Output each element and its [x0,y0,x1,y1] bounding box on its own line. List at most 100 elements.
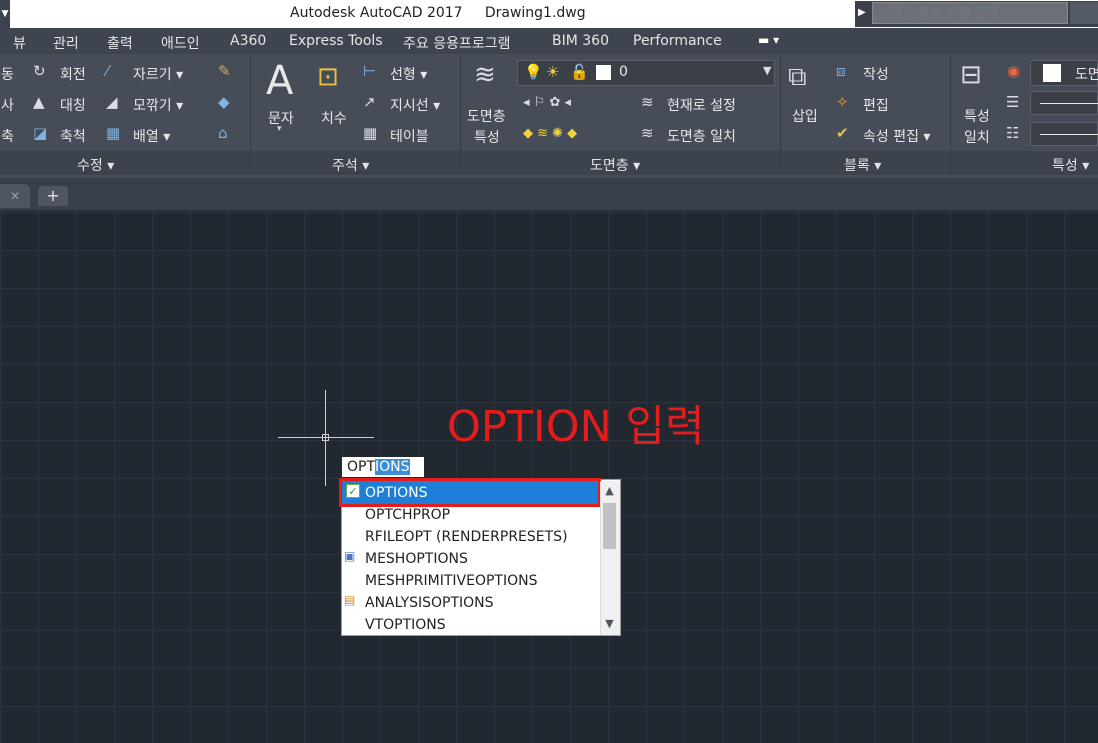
match-properties-label-1[interactable]: 특성 [964,106,990,126]
set-current-icon: ≋ [641,93,654,111]
mirror-icon: ▲ [33,93,45,111]
match-layer-icon: ≋ [641,124,654,142]
autocomplete-item[interactable]: VTOPTIONS [365,617,446,633]
panel-title-bar [0,151,250,175]
layer-dropdown-chevron-icon[interactable]: ▼ [763,64,771,77]
autocomplete-item[interactable]: MESHOPTIONS [365,551,468,567]
autocomplete-item-options[interactable]: OPTIONS [365,485,428,501]
analysis-icon: ▤ [344,593,356,607]
edit-block-button[interactable]: 편집 [863,95,889,115]
new-tab-icon[interactable]: + [38,186,68,206]
fillet-button[interactable]: 모깎기 ▾ [133,95,183,115]
layers-panel-title[interactable]: 도면층 ▾ [590,155,640,175]
array-button[interactable]: 배열 ▾ [133,126,170,146]
layer-tool-icon[interactable]: ◆ ≋ ✺ ◆ [523,126,577,141]
scale-icon: ◪ [33,124,48,142]
autocomplete-item[interactable]: RFILEOPT (RENDERPRESETS) [365,529,568,545]
layer-properties-icon: ≋ [474,60,496,90]
trim-button[interactable]: 자르기 ▾ [133,64,183,84]
search-button[interactable] [1070,2,1098,24]
instruction-annotation: OPTION 입력 [447,402,705,452]
dynamic-input-field[interactable]: OPTIONS [342,457,424,477]
leader-button[interactable]: 지시선 ▾ [390,95,440,115]
linear-button[interactable]: 선형 ▾ [390,64,427,84]
erase-icon[interactable]: ✎ [218,62,231,80]
color-swatch [1043,64,1061,82]
edit-attributes-icon: ✔ [836,124,849,142]
rotate-button[interactable]: 회전 [60,64,86,84]
array-icon: ▦ [106,124,121,142]
edit-attributes-button[interactable]: 속성 편집 ▾ [863,126,930,146]
match-properties-icon: ⊟ [960,60,982,90]
tab-addins[interactable]: 애드인 [161,33,200,53]
table-button[interactable]: 테이블 [390,126,429,146]
rotate-icon: ↻ [33,62,46,80]
mesh-icon: ▣ [344,549,356,563]
layer-lock-icon[interactable]: 🔓 [570,63,589,81]
typed-text: OPT [347,459,376,475]
color-label: 도면 [1075,67,1098,83]
tab-manage[interactable]: 관리 [53,33,79,53]
autocomplete-item[interactable]: MESHPRIMITIVEOPTIONS [365,573,537,589]
linetype-icon: ☰ [1006,93,1020,111]
autocomplete-suggestion-text: IONS [375,459,410,475]
tab-view[interactable]: 뷰 [13,33,26,53]
lineweight-icon: ☷ [1006,124,1020,142]
set-current-button[interactable]: 현재로 설정 [667,95,736,115]
search-input[interactable] [872,2,1068,24]
layer-freeze-icon[interactable]: ☀ [546,63,559,81]
color-wheel-icon: ◉ [1007,62,1021,80]
table-icon: ▦ [363,124,378,142]
text-dropdown-icon[interactable]: ▾ [277,124,282,134]
search-expand-icon[interactable]: ▶ [858,1,872,25]
linetype-line [1040,103,1098,104]
copy-button[interactable]: 사 [1,95,14,115]
insert-button[interactable]: 삽입 [792,106,818,126]
leader-icon: ↗ [363,93,376,111]
block-panel-title[interactable]: 블록 ▾ [844,155,881,175]
quick-access-dropdown-icon[interactable]: ▼ [0,0,10,28]
tab-express-tools[interactable]: Express Tools [289,33,383,49]
check-icon: ✓ [346,484,360,498]
window-title: Autodesk AutoCAD 2017 Drawing1.dwg [290,5,586,21]
offset-icon[interactable]: ⌂ [218,124,228,142]
ribbon-options-icon[interactable]: ▬ ▾ [758,33,779,47]
text-icon: A [266,58,294,104]
create-block-button[interactable]: 작성 [863,64,889,84]
tab-performance[interactable]: Performance [633,33,722,49]
tab-featured-apps[interactable]: 주요 응용프로그램 [403,33,511,53]
mirror-button[interactable]: 대칭 [60,95,86,115]
tab-output[interactable]: 출력 [107,33,133,53]
scroll-down-icon[interactable]: ▼ [600,615,619,633]
autocomplete-item[interactable]: ANALYSISOPTIONS [365,595,494,611]
layer-properties-label-1[interactable]: 도면층 [467,106,506,126]
match-properties-label-2[interactable]: 일치 [964,127,990,147]
stretch-button[interactable]: 축 [1,126,14,146]
tab-a360[interactable]: A360 [230,33,266,49]
tab-bim360[interactable]: BIM 360 [552,33,609,49]
document-tab-bar [0,178,1098,212]
layer-tool-icon[interactable]: ◂ ⚐ ✿ ◂ [523,95,571,110]
crosshair-pickbox [322,434,329,441]
lineweight-line [1040,134,1098,135]
layer-on-icon[interactable]: 💡 [524,63,543,81]
annotation-panel-title[interactable]: 주석 ▾ [332,155,369,175]
fillet-icon: ◢ [106,93,118,111]
layer-color-swatch[interactable] [596,65,611,80]
create-block-icon: ⧈ [836,62,846,80]
explode-icon[interactable]: ◆ [218,93,230,111]
edit-block-icon: ✧ [836,93,849,111]
modify-panel-title[interactable]: 수정 ▾ [77,155,114,175]
dimension-button[interactable]: 치수 [321,108,347,128]
properties-panel-title[interactable]: 특성 ▾ [1052,155,1089,175]
scroll-up-icon[interactable]: ▲ [600,482,619,500]
scrollbar-thumb[interactable] [603,503,616,549]
move-button[interactable]: 동 [1,64,14,84]
layer-properties-label-2[interactable]: 특성 [474,127,500,147]
autocomplete-item[interactable]: OPTCHPROP [365,507,450,523]
scale-button[interactable]: 축척 [60,126,86,146]
close-tab-icon[interactable]: ✕ [0,184,30,208]
layer-name-value: 0 [619,64,628,80]
match-layer-button[interactable]: 도면층 일치 [667,126,736,146]
trim-icon: ⁄ [106,62,109,80]
